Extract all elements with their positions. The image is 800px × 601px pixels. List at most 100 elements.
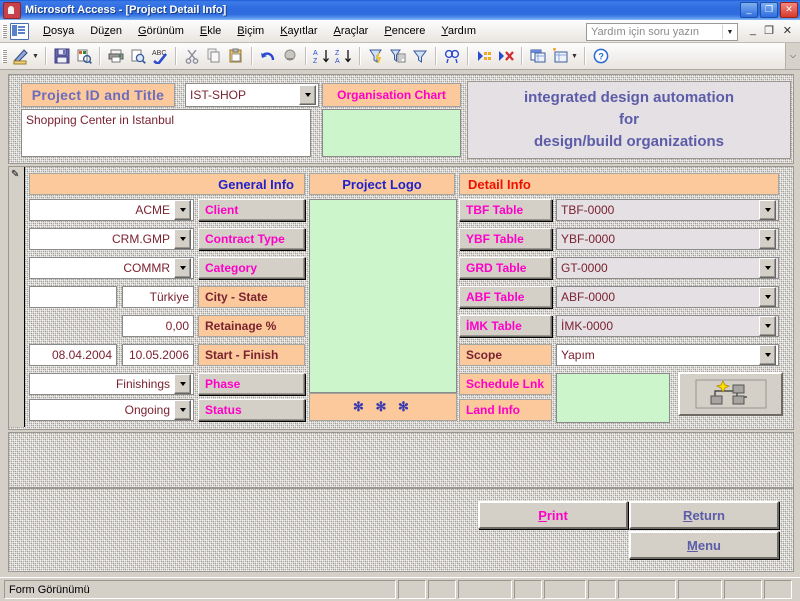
sort-descending-icon[interactable]: Z A xyxy=(333,45,355,67)
project-description-value[interactable]: Shopping Center in Istanbul xyxy=(22,110,310,127)
new-object-icon[interactable] xyxy=(549,45,571,67)
return-button[interactable]: Return xyxy=(629,501,779,529)
restore-button[interactable]: ❐ xyxy=(760,2,778,18)
chevron-down-icon[interactable] xyxy=(759,229,776,249)
retainage-value[interactable]: 0,00 xyxy=(123,319,193,333)
phase-combo[interactable]: Finishings xyxy=(29,373,194,395)
chevron-down-icon[interactable] xyxy=(759,200,776,220)
tbf-table-combo[interactable]: TBF-0000 xyxy=(556,199,779,221)
menu-item-kayitlar[interactable]: Kayıtlar xyxy=(272,22,325,40)
state-value[interactable]: Türkiye xyxy=(123,290,193,304)
chevron-down-icon[interactable] xyxy=(759,258,776,278)
view-design-icon[interactable] xyxy=(10,45,32,67)
client-combo[interactable]: ACME xyxy=(29,199,194,221)
city-field[interactable] xyxy=(29,286,117,308)
category-value[interactable]: COMMR xyxy=(30,261,174,275)
project-description-field[interactable]: Shopping Center in Istanbul xyxy=(21,109,311,157)
contract-type-value[interactable]: CRM.GMP xyxy=(30,232,174,246)
organisation-chart-box[interactable] xyxy=(322,109,461,157)
menu-item-gorunum[interactable]: Görünüm xyxy=(130,22,192,40)
menu-item-yardim[interactable]: Yardım xyxy=(433,22,484,40)
status-combo[interactable]: Ongoing xyxy=(29,399,194,421)
abf-table-value[interactable]: ABF-0000 xyxy=(557,290,759,304)
ybf-table-combo[interactable]: YBF-0000 xyxy=(556,228,779,250)
chevron-down-icon[interactable] xyxy=(174,374,191,394)
print-button[interactable]: Print xyxy=(478,501,628,529)
minimize-button[interactable]: _ xyxy=(740,2,758,18)
scope-combo[interactable]: Yapım xyxy=(556,344,779,366)
grd-table-value[interactable]: GT-0000 xyxy=(557,261,759,275)
menu-item-araclar[interactable]: Araçlar xyxy=(326,22,377,40)
project-id-combo[interactable]: IST-SHOP xyxy=(185,83,319,107)
menu-item-dosya[interactable]: DDosyaosya xyxy=(35,22,82,40)
status-value[interactable]: Ongoing xyxy=(30,403,174,417)
finish-date-value[interactable]: 10.05.2006 xyxy=(123,348,193,362)
phase-value[interactable]: Finishings xyxy=(30,377,174,391)
copy-icon[interactable] xyxy=(203,45,225,67)
document-close-button[interactable]: ✕ xyxy=(783,24,792,37)
imk-table-combo[interactable]: İMK-0000 xyxy=(556,315,779,337)
database-window-icon[interactable] xyxy=(10,22,29,40)
imk-table-value[interactable]: İMK-0000 xyxy=(557,319,759,333)
tbf-table-value[interactable]: TBF-0000 xyxy=(557,203,759,217)
client-value[interactable]: ACME xyxy=(30,203,174,217)
menu-item-duzen[interactable]: Düzen xyxy=(82,22,130,40)
menu-item-ekle[interactable]: Ekle xyxy=(192,22,229,40)
paste-icon[interactable] xyxy=(225,45,247,67)
toolbar-overflow-button[interactable]: ⌵ xyxy=(785,43,800,69)
scope-value[interactable]: Yapım xyxy=(557,348,759,362)
close-button[interactable]: ✕ xyxy=(780,2,798,18)
filter-by-selection-icon[interactable] xyxy=(365,45,387,67)
chevron-down-icon[interactable] xyxy=(174,200,191,220)
finish-date-field[interactable]: 10.05.2006 xyxy=(122,344,194,366)
new-record-icon[interactable] xyxy=(473,45,495,67)
menu-item-bicim[interactable]: Biçim xyxy=(229,22,272,40)
chevron-down-icon[interactable] xyxy=(759,287,776,307)
menu-item-pencere[interactable]: Pencere xyxy=(376,22,433,40)
delete-record-icon[interactable] xyxy=(495,45,517,67)
find-icon[interactable] xyxy=(441,45,463,67)
ask-a-question-box[interactable]: Yardım için soru yazın ▼ xyxy=(586,23,738,41)
schedule-link-box[interactable] xyxy=(556,373,670,423)
chevron-down-icon[interactable] xyxy=(299,85,316,105)
start-date-value[interactable]: 08.04.2004 xyxy=(30,348,116,362)
database-window-icon[interactable] xyxy=(527,45,549,67)
save-icon[interactable] xyxy=(51,45,73,67)
retainage-field[interactable]: 0,00 xyxy=(122,315,194,337)
new-object-caret[interactable]: ▼ xyxy=(571,53,578,60)
menu-grip[interactable] xyxy=(2,24,7,38)
print-preview-icon[interactable] xyxy=(73,45,95,67)
category-combo[interactable]: COMMR xyxy=(29,257,194,279)
project-id-value[interactable]: IST-SHOP xyxy=(186,88,299,102)
chevron-down-icon[interactable] xyxy=(759,345,776,365)
abf-table-combo[interactable]: ABF-0000 xyxy=(556,286,779,308)
filter-by-form-icon[interactable] xyxy=(387,45,409,67)
ybf-table-value[interactable]: YBF-0000 xyxy=(557,232,759,246)
chevron-down-icon[interactable]: ▼ xyxy=(722,25,737,39)
project-logo-image[interactable] xyxy=(309,199,457,393)
undo-icon[interactable] xyxy=(257,45,279,67)
chevron-down-icon[interactable] xyxy=(174,400,191,420)
insert-hyperlink-icon[interactable] xyxy=(279,45,301,67)
document-restore-button[interactable]: ❐ xyxy=(764,24,774,37)
record-selector[interactable]: ✎ xyxy=(9,167,25,427)
help-icon[interactable]: ? xyxy=(590,45,612,67)
grd-table-combo[interactable]: GT-0000 xyxy=(556,257,779,279)
org-chart-button[interactable] xyxy=(678,372,783,416)
state-field[interactable]: Türkiye xyxy=(122,286,194,308)
ask-a-question-input[interactable]: Yardım için soru yazın xyxy=(587,26,722,38)
chevron-down-icon[interactable] xyxy=(174,258,191,278)
document-minimize-button[interactable]: _ xyxy=(750,24,756,36)
print-icon[interactable] xyxy=(105,45,127,67)
cut-icon[interactable] xyxy=(181,45,203,67)
preview-icon[interactable] xyxy=(127,45,149,67)
menu-button[interactable]: Menu xyxy=(629,531,779,559)
toolbar-grip[interactable] xyxy=(2,49,7,63)
contract-type-combo[interactable]: CRM.GMP xyxy=(29,228,194,250)
apply-filter-icon[interactable] xyxy=(409,45,431,67)
start-date-field[interactable]: 08.04.2004 xyxy=(29,344,117,366)
view-dropdown-caret[interactable]: ▼ xyxy=(32,53,39,60)
chevron-down-icon[interactable] xyxy=(174,229,191,249)
chevron-down-icon[interactable] xyxy=(759,316,776,336)
spelling-icon[interactable]: ABC xyxy=(149,45,171,67)
